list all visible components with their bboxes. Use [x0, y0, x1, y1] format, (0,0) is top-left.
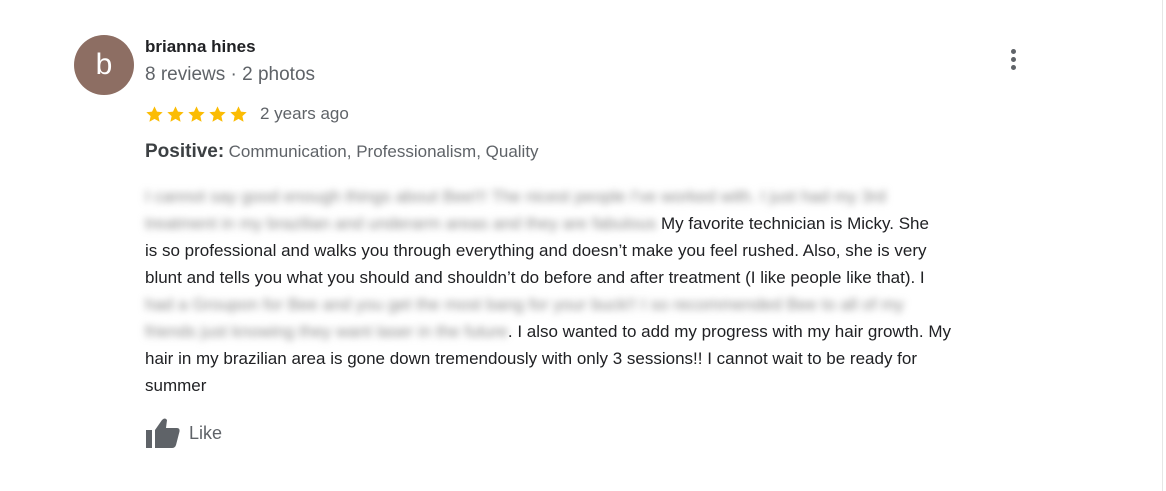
review-text-segment: My favorite technician is Micky. She [656, 214, 929, 233]
review-text-line: blunt and tells you what you should and … [145, 268, 925, 287]
more-options-button[interactable] [1001, 44, 1025, 74]
like-label: Like [189, 422, 223, 443]
redacted-text: friends just knowing they want laser in … [145, 322, 508, 341]
like-button[interactable]: Like [145, 416, 222, 450]
review-text-line: summer [145, 376, 207, 395]
star-icon [188, 105, 205, 122]
review-text: I cannot say good enough things about Be… [145, 183, 1060, 399]
review-text-segment: . I also wanted to add my progress with … [507, 322, 951, 341]
positive-values: Communication, Professionalism, Quality [228, 142, 539, 161]
positive-label: Positive: [145, 141, 225, 162]
author-name[interactable]: brianna hines [145, 37, 256, 57]
review-date: 2 years ago [260, 104, 349, 123]
more-vert-icon-dot [1011, 65, 1016, 70]
more-vert-icon-dot [1011, 57, 1016, 62]
star-icon [230, 105, 247, 122]
star-rating [145, 105, 248, 124]
review-text-line: is so professional and walks you through… [145, 241, 927, 260]
star-icon [167, 105, 184, 122]
review-text-line: friends just knowing they want laser in … [145, 318, 1060, 345]
star-icon [209, 105, 226, 122]
review-text-line: hair in my brazilian area is gone down t… [145, 349, 918, 368]
author-meta[interactable]: 8 reviews · 2 photos [145, 64, 315, 86]
more-vert-icon [1011, 49, 1016, 54]
positive-attributes: Positive: Communication, Professionalism… [145, 141, 539, 163]
redacted-text-line: I cannot say good enough things about Be… [145, 187, 887, 206]
thumb-up-icon [146, 418, 180, 448]
avatar[interactable]: b [74, 35, 134, 95]
redacted-text: treatment in my brazilian and underarm a… [145, 214, 657, 233]
review-text-line: treatment in my brazilian and underarm a… [145, 210, 1060, 237]
star-icon [146, 105, 163, 122]
rating-row: 2 years ago [145, 101, 349, 127]
panel-edge-divider [1162, 0, 1163, 491]
redacted-text-line: had a Groupon for Bee and you get the mo… [145, 295, 904, 314]
